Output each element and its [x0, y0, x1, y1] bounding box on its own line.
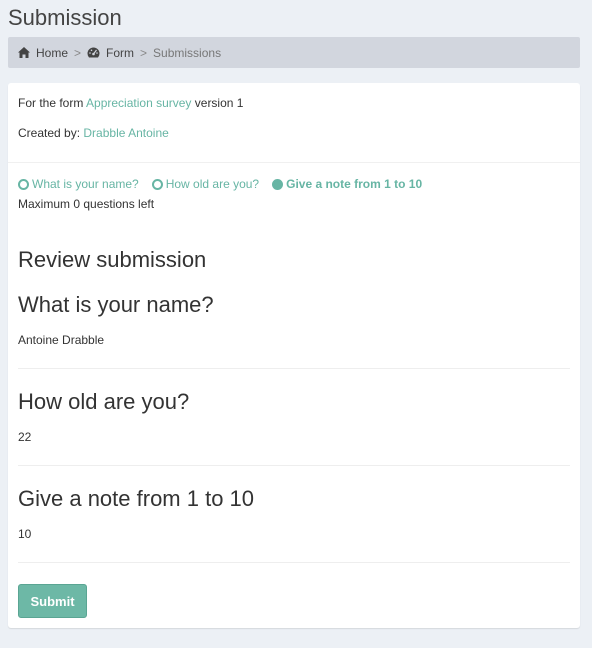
created-by-label: Created by: — [18, 126, 81, 140]
radio-empty-icon — [18, 178, 29, 190]
breadcrumb-form[interactable]: Form — [87, 46, 134, 60]
breadcrumb-home-label: Home — [36, 45, 69, 60]
breadcrumb-separator: > — [74, 45, 82, 60]
question-title: How old are you? — [18, 389, 190, 414]
breadcrumb-current: Submissions — [153, 45, 222, 60]
question-title: Give a note from 1 to 10 — [18, 486, 255, 511]
question-answer: 22 — [18, 430, 32, 444]
breadcrumb: Home > Form > Submissions — [8, 37, 580, 68]
submit-button[interactable]: Submit — [18, 584, 87, 618]
step-age[interactable]: How old are you? — [151, 177, 260, 191]
radio-filled-icon — [272, 178, 284, 190]
review-question: How old are you? 22 — [18, 389, 570, 466]
step-label: How old are you? — [165, 177, 260, 191]
form-info-line: For the form Appreciation survey version… — [18, 96, 243, 110]
created-by-line: Created by: Drabble Antoine — [18, 126, 169, 140]
home-icon — [18, 47, 30, 58]
breadcrumb-form-label: Form — [106, 45, 135, 60]
question-answer: 10 — [18, 527, 32, 541]
review-title: Review submission — [18, 247, 207, 272]
questions-remaining: Maximum 0 questions left — [18, 197, 155, 211]
step-label: Give a note from 1 to 10 — [286, 177, 423, 191]
step-note[interactable]: Give a note from 1 to 10 — [272, 177, 422, 191]
form-version: version 1 — [194, 96, 244, 110]
form-name-link[interactable]: Appreciation survey — [86, 96, 191, 110]
form-info: For the form Appreciation survey version… — [8, 83, 580, 163]
step-name[interactable]: What is your name? — [18, 177, 139, 191]
creator-link[interactable]: Drabble Antoine — [83, 126, 168, 140]
review-question: What is your name? Antoine Drabble — [18, 292, 570, 369]
review-question: Give a note from 1 to 10 10 — [18, 486, 570, 563]
question-answer: Antoine Drabble — [18, 333, 105, 347]
submission-panel: For the form Appreciation survey version… — [8, 83, 580, 628]
breadcrumb-separator: > — [140, 45, 148, 60]
page-title: Submission — [8, 5, 122, 30]
question-steps: What is your name? How old are you? Give… — [18, 177, 435, 191]
radio-empty-icon — [151, 178, 163, 190]
question-title: What is your name? — [18, 292, 214, 317]
form-prefix: For the form — [18, 96, 84, 110]
dashboard-icon — [87, 47, 100, 58]
step-label: What is your name? — [32, 177, 139, 191]
breadcrumb-home[interactable]: Home — [18, 46, 68, 60]
